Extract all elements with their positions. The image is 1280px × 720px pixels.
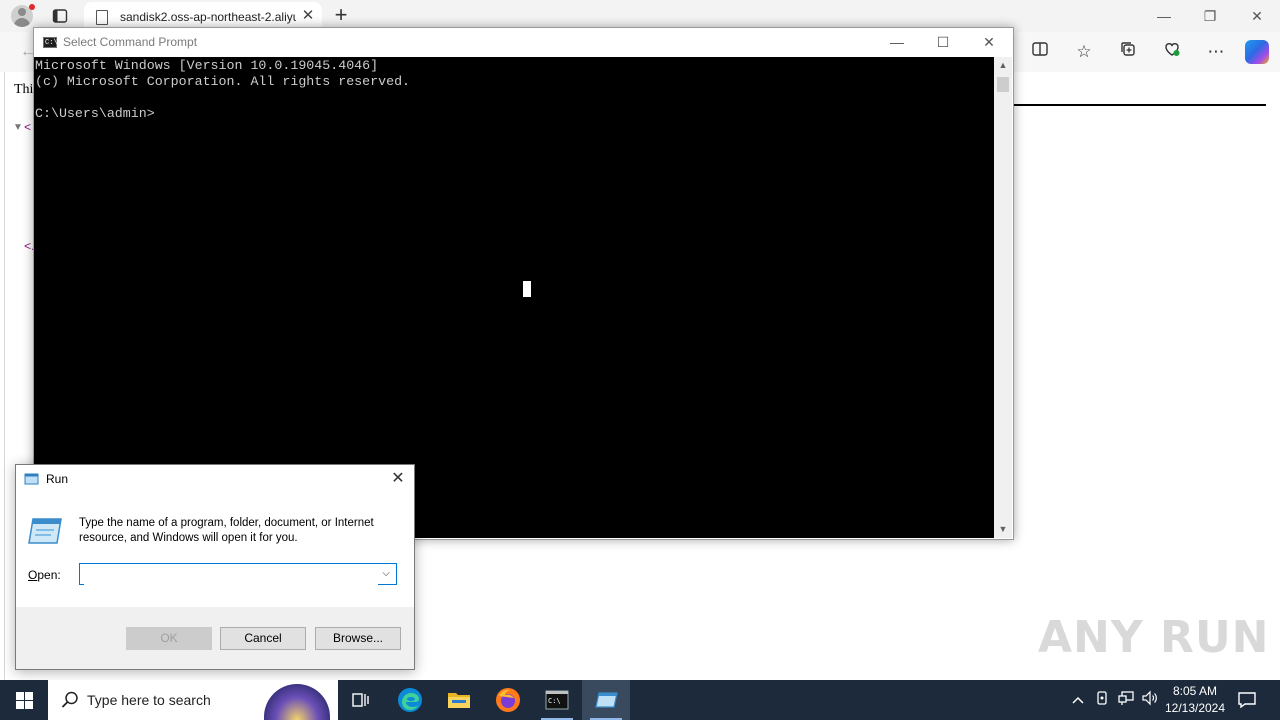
more-icon[interactable]: ⋯: [1204, 40, 1228, 64]
tab-close-icon[interactable]: ✕: [300, 8, 316, 24]
run-icon[interactable]: [582, 680, 630, 720]
console-line: (c) Microsoft Corporation. All rights re…: [35, 74, 411, 89]
open-label: Open:: [28, 568, 61, 582]
taskbar-search-box[interactable]: Type here to search: [48, 680, 338, 720]
network-icon[interactable]: [1116, 690, 1136, 710]
open-input[interactable]: [84, 565, 378, 585]
favorites-icon[interactable]: ☆: [1072, 40, 1096, 64]
anyrun-watermark: ANY RUN: [1038, 612, 1270, 663]
cmd-window-icon: C:\: [43, 37, 58, 48]
mouse-text-cursor: [523, 281, 531, 297]
split-screen-icon[interactable]: [1028, 40, 1052, 64]
profile-notification-dot: [29, 4, 35, 10]
xml-open-tag: <: [24, 121, 32, 135]
search-icon: [61, 691, 78, 708]
device-icon[interactable]: [1092, 690, 1112, 710]
run-program-icon: [28, 518, 62, 544]
page-icon: [96, 10, 108, 25]
open-label-accelerator: O: [28, 568, 38, 582]
new-tab-button[interactable]: +: [330, 4, 352, 27]
browser-essentials-icon[interactable]: [1160, 40, 1184, 64]
edge-icon[interactable]: [386, 680, 434, 720]
copilot-icon[interactable]: [1245, 40, 1269, 64]
scroll-up-arrow-icon[interactable]: ▲: [994, 57, 1012, 73]
taskbar: Type here to search C:\ 8:05 AM 12/13/20…: [0, 680, 1280, 720]
run-dialog[interactable]: Run ✕ Type the name of a program, folder…: [15, 464, 415, 670]
run-title-icon: [24, 473, 39, 485]
tray-chevron-up-icon[interactable]: [1068, 690, 1088, 710]
run-description: Type the name of a program, folder, docu…: [79, 517, 374, 544]
scroll-down-arrow-icon[interactable]: ▼: [994, 521, 1012, 537]
cmd-maximize-button[interactable]: ☐: [920, 28, 966, 57]
scrollbar-thumb[interactable]: [997, 77, 1009, 92]
file-explorer-icon[interactable]: [435, 680, 483, 720]
cmd-titlebar[interactable]: C:\ Select Command Prompt — ☐ ✕: [34, 28, 1013, 57]
chevron-down-icon[interactable]: ⌵: [380, 567, 392, 581]
console-line: Microsoft Windows [Version 10.0.19045.40…: [35, 58, 379, 73]
clock-time: 8:05 AM: [1172, 684, 1218, 698]
search-placeholder: Type here to search: [87, 692, 211, 708]
cmd-icon[interactable]: C:\: [533, 680, 581, 720]
cancel-button[interactable]: Cancel: [220, 627, 306, 650]
browser-restore-button[interactable]: ❐: [1187, 4, 1233, 28]
open-label-text: pen:: [37, 568, 61, 582]
xml-collapse-toggle-icon[interactable]: ▼: [13, 122, 23, 133]
cmd-scrollbar[interactable]: ▲ ▼: [994, 57, 1012, 538]
run-close-button[interactable]: ✕: [384, 467, 412, 491]
volume-icon[interactable]: [1140, 690, 1160, 710]
cmd-minimize-button[interactable]: —: [874, 28, 920, 57]
cmd-close-button[interactable]: ✕: [966, 28, 1012, 57]
run-dialog-title: Run: [46, 472, 69, 486]
console-prompt: C:\Users\admin>: [35, 106, 155, 121]
browser-close-button[interactable]: ✕: [1234, 4, 1280, 28]
collections-icon[interactable]: [1116, 40, 1140, 64]
cmd-window-title: Select Command Prompt: [63, 35, 198, 49]
taskbar-clock[interactable]: 8:05 AM 12/13/2024: [1160, 683, 1230, 717]
notification-icon[interactable]: [1236, 689, 1258, 711]
tab-title: sandisk2.oss-ap-northeast-2.aliyuncs.com: [120, 10, 296, 24]
svg-text:C:\: C:\: [548, 697, 561, 705]
start-button[interactable]: [0, 680, 48, 720]
task-view-icon[interactable]: [336, 680, 384, 720]
page-divider: [1012, 104, 1266, 106]
tab-actions-icon[interactable]: [50, 6, 70, 26]
page-text: Thi: [14, 82, 34, 97]
search-highlight-image: [264, 684, 330, 720]
ok-button[interactable]: OK: [126, 627, 212, 650]
open-combobox[interactable]: ⌵: [79, 563, 397, 585]
windows-logo-icon: [15, 691, 33, 709]
clock-date: 12/13/2024: [1164, 701, 1226, 715]
firefox-icon[interactable]: [484, 680, 532, 720]
browser-minimize-button[interactable]: —: [1141, 4, 1187, 28]
browse-button[interactable]: Browse...: [315, 627, 401, 650]
